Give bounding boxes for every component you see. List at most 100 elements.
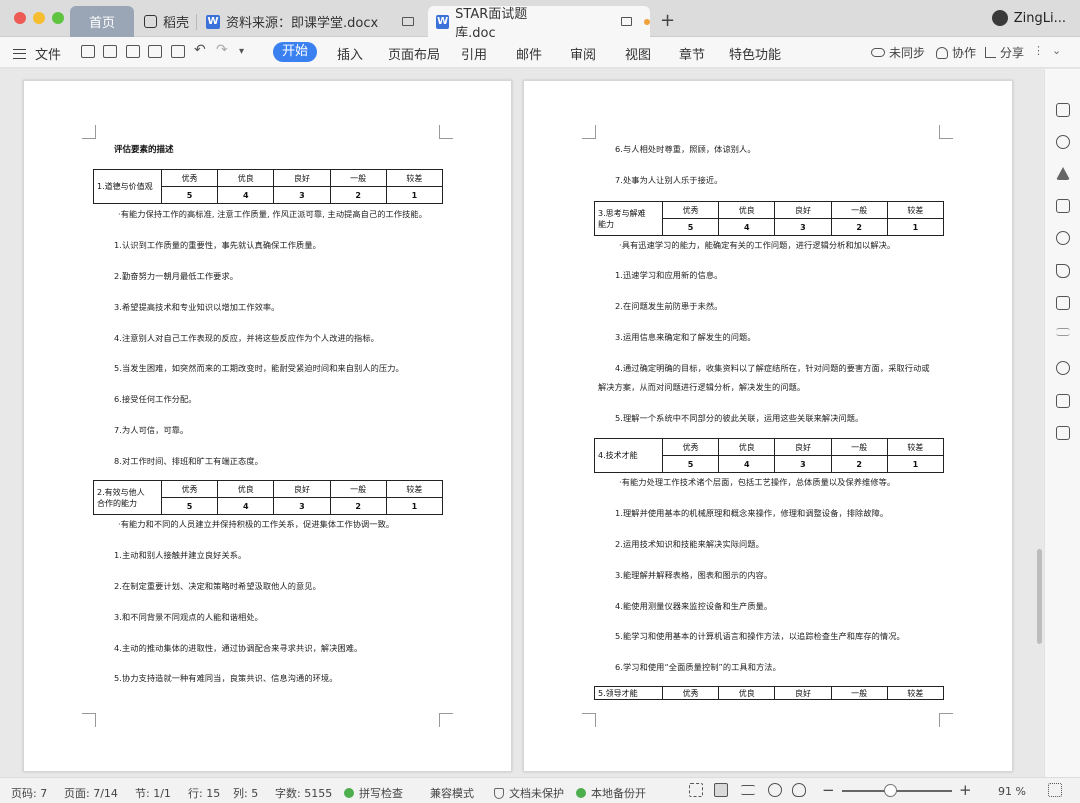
compat-mode-status[interactable]: 兼容模式: [430, 785, 474, 801]
document-page-left[interactable]: 评估要素的描述 1.道德与价值观 优秀 优良 良好 一般 较差 5 4 3 2 …: [23, 80, 512, 772]
properties-icon[interactable]: [1056, 328, 1070, 336]
spell-check-label: 拼写检查: [359, 787, 403, 800]
tab-mail[interactable]: 邮件: [516, 44, 542, 63]
collab-button[interactable]: 协作: [936, 44, 976, 61]
column-status[interactable]: 列: 5: [233, 785, 258, 801]
tab-view[interactable]: 视图: [625, 44, 651, 63]
word-count-status[interactable]: 字数: 5155: [275, 785, 332, 801]
vertical-scrollbar[interactable]: [1037, 549, 1042, 644]
eval-table-5: 5.领导才能 优秀 优良 良好 一般 较差: [594, 686, 945, 700]
grade-header: 优秀: [160, 480, 219, 498]
list-item: 3.希望提高技术和专业知识以增加工作效率。: [114, 302, 280, 312]
local-backup-button[interactable]: 本地备份开: [576, 785, 646, 801]
export-pdf-icon[interactable]: [126, 45, 140, 58]
new-tab-button[interactable]: +: [660, 10, 675, 31]
image-ai-icon[interactable]: [1056, 394, 1070, 408]
grade-header: 良好: [273, 480, 331, 498]
eval-table-2: 2.有效与他人 合作的能力 优秀 优良 良好 一般 较差 5 4 3 2 1: [93, 480, 444, 515]
zoom-out-button[interactable]: −: [822, 781, 835, 799]
screen-icon[interactable]: [402, 17, 415, 26]
document-page-right[interactable]: 6.与人相处时尊重，照顾，体谅别人。 7.处事为人让别人乐于接近。 3.思考与解…: [523, 80, 1013, 772]
tab-insert[interactable]: 插入: [337, 44, 363, 63]
open-folder-icon[interactable]: [81, 45, 95, 58]
list-item: 6.接受任何工作分配。: [114, 394, 197, 404]
tab-document-2-active[interactable]: W STAR面试题库.doc: [428, 6, 650, 41]
page-view-icon[interactable]: [714, 783, 728, 797]
grade-header: 优良: [718, 201, 776, 219]
save-icon[interactable]: [103, 45, 117, 58]
status-bar: 页码: 7 页面: 7/14 节: 1/1 行: 15 列: 5 字数: 515…: [0, 777, 1080, 803]
lock-icon[interactable]: [1056, 296, 1070, 310]
tab-reference[interactable]: 引用: [461, 44, 487, 63]
style-icon[interactable]: [1056, 167, 1070, 180]
zoom-in-button[interactable]: +: [959, 781, 972, 799]
format-painter-icon[interactable]: [1056, 199, 1070, 213]
share-button[interactable]: 分享: [985, 44, 1024, 61]
zoom-window-button[interactable]: [52, 12, 64, 24]
redo-icon[interactable]: ↷: [216, 42, 228, 58]
fit-page-icon[interactable]: [1048, 783, 1062, 797]
list-item: 8.对工作时间、排班和旷工有端正态度。: [114, 456, 263, 466]
tab-special-features[interactable]: 特色功能: [729, 44, 781, 63]
history-icon[interactable]: [1056, 361, 1070, 375]
user-account[interactable]: ZingLi...: [991, 10, 1066, 26]
print-preview-icon[interactable]: [171, 45, 185, 58]
screen-icon[interactable]: [620, 17, 633, 26]
tab-review[interactable]: 审阅: [570, 44, 596, 63]
zoom-level[interactable]: 91 %: [998, 785, 1026, 798]
list-item: 2.在制定重要计划、决定和策略时希望汲取他人的意见。: [114, 581, 321, 591]
more-options-icon[interactable]: ⋮: [1033, 44, 1044, 57]
zoom-slider[interactable]: [842, 790, 952, 792]
tab-document-1[interactable]: W 资料来源：即课学堂.docx: [202, 6, 415, 37]
zoom-slider-handle[interactable]: [884, 784, 897, 797]
list-item: 4.注意别人对自己工作表现的反应，并将这些反应作为个人改进的指标。: [114, 333, 379, 343]
section-status[interactable]: 节: 1/1: [135, 785, 171, 801]
grade-header: 较差: [385, 169, 444, 187]
list-item: 5.协力支持造就一种有难同当，良策共识、信息沟通的环境。: [114, 673, 338, 683]
paragraph: ·具有迅速学习的能力，能确定有关的工作问题，进行逻辑分析和加以解决。: [619, 240, 896, 250]
web-view-icon[interactable]: [768, 783, 782, 797]
list-item: 3.和不同背景不同观点的人能和谐相处。: [114, 612, 263, 622]
sync-button[interactable]: 未同步: [871, 44, 925, 61]
fullscreen-icon[interactable]: [689, 783, 703, 797]
crop-mark: [439, 125, 453, 139]
collapse-ribbon-icon[interactable]: ⌄: [1052, 44, 1061, 57]
list-item: 3.运用信息来确定和了解发生的问题。: [615, 332, 756, 342]
tab-chapter[interactable]: 章节: [679, 44, 705, 63]
cursor-select-icon[interactable]: [1056, 264, 1070, 278]
grade-score: 3: [273, 186, 331, 204]
close-window-button[interactable]: [14, 12, 26, 24]
undo-icon[interactable]: ↶: [194, 42, 206, 58]
document-canvas[interactable]: 评估要素的描述 1.道德与价值观 优秀 优良 良好 一般 较差 5 4 3 2 …: [0, 69, 1044, 777]
grade-header: 优良: [718, 686, 776, 700]
ai-assistant-icon[interactable]: [1056, 231, 1070, 245]
crop-mark: [82, 713, 96, 727]
list-item: 6.学习和使用“全面质量控制”的工具和方法。: [615, 662, 781, 672]
edit-icon[interactable]: [1056, 103, 1070, 117]
tab-daoke[interactable]: 稻壳: [138, 6, 189, 37]
page-code-status[interactable]: 页码: 7: [11, 785, 47, 801]
tab-label: 首页: [88, 16, 115, 31]
minimize-window-button[interactable]: [33, 12, 45, 24]
list-item: 2.勤奋努力一朝月最低工作要求。: [114, 271, 239, 281]
tab-start[interactable]: 开始: [273, 42, 317, 62]
document-protection-button[interactable]: 文档未保护: [494, 785, 564, 801]
print-icon[interactable]: [148, 45, 162, 58]
file-menu-button[interactable]: 文件: [13, 44, 61, 63]
tab-home[interactable]: 首页: [70, 6, 134, 37]
tab-page-layout[interactable]: 页面布局: [388, 44, 440, 63]
grade-header: 良好: [774, 201, 832, 219]
image-icon[interactable]: [1056, 426, 1070, 440]
shapes-icon[interactable]: [1056, 135, 1070, 149]
outline-view-icon[interactable]: [741, 785, 755, 795]
cloud-icon: [871, 48, 885, 57]
page-status[interactable]: 页面: 7/14: [64, 785, 118, 801]
spell-check-button[interactable]: 拼写检查: [344, 785, 403, 801]
chevron-down-icon[interactable]: ▾: [239, 46, 244, 57]
eye-protection-icon[interactable]: [792, 783, 806, 797]
table-row-name: 2.有效与他人 合作的能力: [93, 480, 162, 515]
grade-header: 一般: [329, 480, 387, 498]
share-icon: [985, 47, 996, 58]
row-status[interactable]: 行: 15: [188, 785, 220, 801]
list-item: 5.当发生困难，如突然而来的工期改变时，能耐受紧迫时间和来自别人的压力。: [114, 363, 404, 373]
